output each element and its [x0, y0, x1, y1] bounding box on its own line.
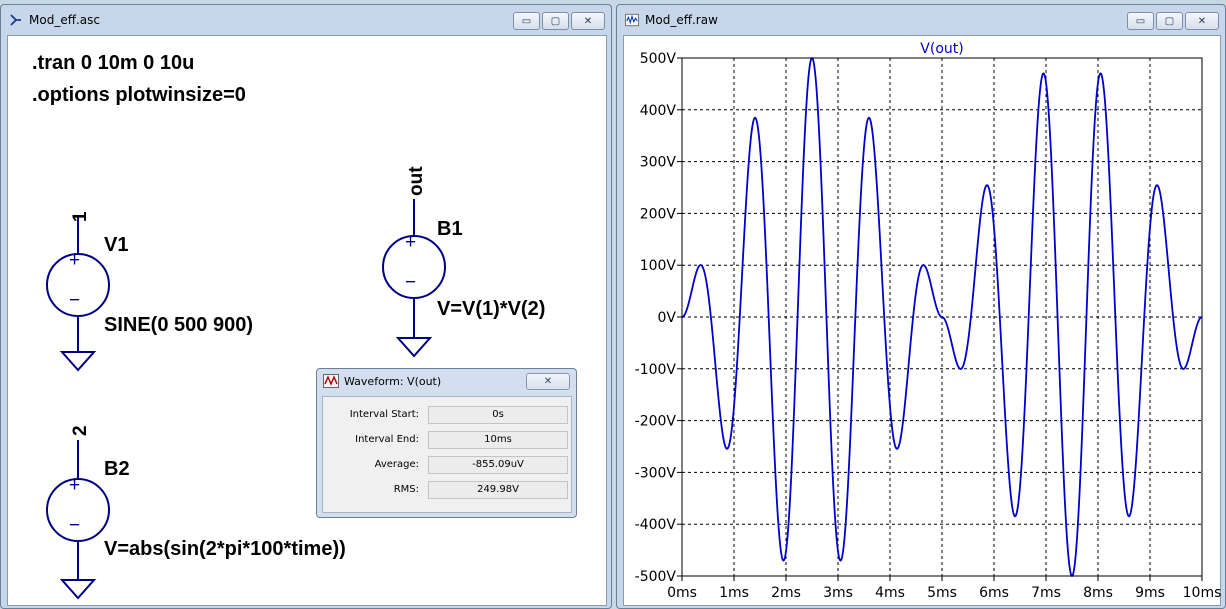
- schematic-window: Mod_eff.asc ▭ ▢ ✕ + − + − + − .tran 0 10…: [0, 4, 612, 609]
- plot-window-title: Mod_eff.raw: [645, 13, 718, 27]
- schematic-close-button[interactable]: ✕: [571, 12, 605, 30]
- y-tick-label: 0V: [658, 310, 677, 326]
- b1-value-label[interactable]: V=V(1)*V(2): [437, 298, 545, 321]
- y-tick-label: 500V: [640, 51, 677, 67]
- plot-window: Mod_eff.raw ▭ ▢ ✕ 500V 400V 300V 200V 100V 0V…: [616, 4, 1226, 609]
- waveform-dialog-body: Interval Start: 0s Interval End: 10ms Av…: [322, 396, 572, 513]
- net-label-1[interactable]: 1: [70, 211, 92, 222]
- minimize-icon: ▭: [521, 15, 532, 27]
- x-tick-label: 6ms: [979, 585, 1009, 601]
- plot-close-button[interactable]: ✕: [1185, 12, 1219, 30]
- y-tick-label: -200V: [635, 414, 677, 430]
- b1-minus-sign: −: [405, 272, 417, 293]
- plot-maximize-button[interactable]: ▢: [1156, 12, 1183, 30]
- b2-plus-sign: +: [69, 475, 81, 496]
- y-tick-label: 300V: [640, 155, 677, 171]
- waveform-dialog-icon: [323, 374, 339, 388]
- waveform-info-dialog: Waveform: V(out) ✕ Interval Start: 0s In…: [316, 368, 577, 518]
- maximize-icon: ▢: [550, 15, 561, 27]
- x-tick-label: 9ms: [1135, 585, 1165, 601]
- v1-minus-sign: −: [69, 290, 81, 311]
- x-tick-label: 7ms: [1031, 585, 1061, 601]
- dialog-row-interval-end: Interval End: 10ms: [323, 430, 571, 450]
- plot-minimize-button[interactable]: ▭: [1127, 12, 1154, 30]
- y-tick-label: -500V: [635, 569, 677, 585]
- net-label-2[interactable]: 2: [70, 425, 92, 436]
- schematic-canvas[interactable]: + − + − + − .tran 0 10m 0 10u .options p…: [7, 35, 607, 606]
- rms-label: RMS:: [393, 484, 419, 495]
- spice-directive-options[interactable]: .options plotwinsize=0: [32, 84, 246, 107]
- minimize-icon: ▭: [1135, 15, 1146, 27]
- b1-name-label[interactable]: B1: [437, 218, 463, 241]
- maximize-icon: ▢: [1164, 15, 1175, 27]
- x-tick-label: 10ms: [1183, 585, 1222, 601]
- spice-directive-tran[interactable]: .tran 0 10m 0 10u: [32, 52, 194, 75]
- interval-end-label: Interval End:: [355, 434, 419, 445]
- y-tick-label: -100V: [635, 362, 677, 378]
- v1-name-label[interactable]: V1: [104, 234, 128, 257]
- waveform-dialog-title: Waveform: V(out): [344, 374, 442, 388]
- b2-name-label[interactable]: B2: [104, 458, 130, 481]
- waveform-dialog-titlebar[interactable]: Waveform: V(out): [323, 374, 441, 388]
- close-icon: ✕: [583, 15, 593, 27]
- y-tick-label: 200V: [640, 206, 677, 222]
- waveform-dialog-close-button[interactable]: ✕: [526, 373, 570, 390]
- y-tick-label: -400V: [635, 517, 677, 533]
- dialog-row-average: Average: -855.09uV: [323, 455, 571, 475]
- x-tick-label: 2ms: [771, 585, 801, 601]
- interval-end-value: 10ms: [428, 431, 568, 449]
- schematic-app-icon: [9, 13, 23, 27]
- b2-value-label[interactable]: V=abs(sin(2*pi*100*time)): [104, 538, 346, 561]
- schematic-minimize-button[interactable]: ▭: [513, 12, 540, 30]
- x-tick-label: 8ms: [1083, 585, 1113, 601]
- net-label-out[interactable]: out: [406, 166, 428, 196]
- interval-start-value: 0s: [428, 406, 568, 424]
- y-tick-label: 400V: [640, 103, 677, 119]
- average-label: Average:: [374, 459, 419, 470]
- schematic-drawing: [46, 199, 446, 600]
- plot-client-area[interactable]: 500V 400V 300V 200V 100V 0V -100V -200V -300V -40…: [623, 35, 1221, 606]
- rms-value: 249.98V: [428, 481, 568, 499]
- x-tick-label: 4ms: [875, 585, 905, 601]
- x-tick-label: 3ms: [823, 585, 853, 601]
- b2-minus-sign: −: [69, 515, 81, 536]
- b1-plus-sign: +: [405, 232, 417, 253]
- schematic-maximize-button[interactable]: ▢: [542, 12, 569, 30]
- waveform-viewer-icon: [625, 13, 639, 27]
- schematic-window-title: Mod_eff.asc: [29, 13, 100, 27]
- v1-value-label[interactable]: SINE(0 500 900): [104, 314, 253, 337]
- interval-start-label: Interval Start:: [349, 409, 419, 420]
- x-tick-label: 5ms: [927, 585, 957, 601]
- close-icon: ✕: [543, 376, 553, 387]
- x-tick-label: 0ms: [667, 585, 697, 601]
- x-tick-label: 1ms: [719, 585, 749, 601]
- trace-title: V(out): [920, 41, 963, 57]
- y-tick-label: 100V: [640, 258, 677, 274]
- y-tick-label: -300V: [635, 465, 677, 481]
- close-icon: ✕: [1197, 15, 1207, 27]
- v1-plus-sign: +: [69, 250, 81, 271]
- dialog-row-interval-start: Interval Start: 0s: [323, 405, 571, 425]
- dialog-row-rms: RMS: 249.98V: [323, 480, 571, 500]
- waveform-plot[interactable]: 500V 400V 300V 200V 100V 0V -100V -200V -300V -40…: [624, 36, 1222, 607]
- average-value: -855.09uV: [428, 456, 568, 474]
